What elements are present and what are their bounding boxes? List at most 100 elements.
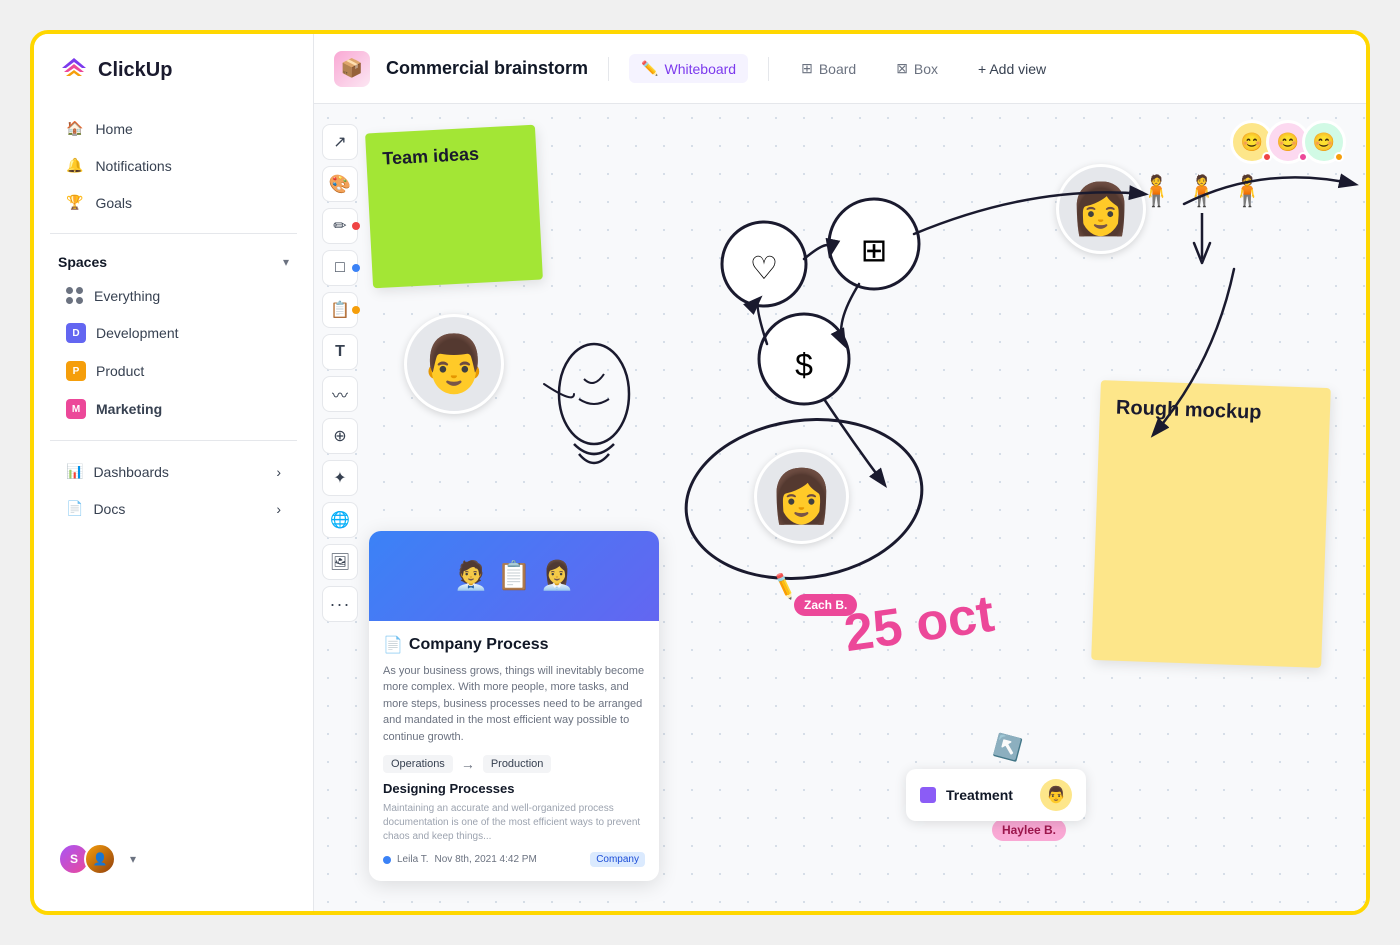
- doc-card[interactable]: 🧑‍💼📋👩‍💼 📄 Company Process As your busine…: [369, 531, 659, 882]
- svg-text:⊞: ⊞: [861, 232, 888, 268]
- tool-connect[interactable]: ⊕: [322, 418, 358, 454]
- treatment-card: Treatment 👨: [906, 769, 1086, 821]
- doc-tag-production: Production: [483, 755, 552, 773]
- tool-image[interactable]: 🖼: [322, 544, 358, 580]
- sticky-note-green: Team ideas: [365, 125, 543, 289]
- spaces-divider: [50, 440, 297, 441]
- app-frame: ClickUp 🏠 Home 🔔 Notifications 🏆 Goals S…: [30, 30, 1370, 915]
- person-photo-center: 👩: [754, 449, 849, 544]
- sidebar-item-everything[interactable]: Everything: [42, 278, 305, 314]
- doc-section-title: Designing Processes: [383, 781, 645, 796]
- add-view-button[interactable]: + Add view: [966, 55, 1058, 83]
- bubble-dollar: [759, 314, 849, 404]
- sidebar-footer: S 👤 ▾: [34, 827, 313, 891]
- person-photo-left: 👨: [404, 314, 504, 414]
- person-icon-3: 🧍: [1229, 174, 1266, 209]
- collaborator-3-wrapper: 😊: [1302, 120, 1346, 164]
- tab-whiteboard[interactable]: ✏️ Whiteboard: [629, 54, 748, 83]
- home-label: Home: [95, 121, 132, 137]
- tool-more[interactable]: ···: [322, 586, 358, 622]
- view-separator-2: [768, 57, 769, 81]
- people-arrow: [1182, 213, 1222, 278]
- canvas-collaborators: 😊 😊 😊: [1230, 120, 1346, 164]
- whiteboard-canvas[interactable]: ↗ 🎨 ✏ □ 📋 T 〰 ⊕ ✦ 🌐 🖼: [314, 104, 1366, 911]
- doc-title: 📄 Company Process: [383, 635, 645, 655]
- footer-chevron-icon: ▾: [130, 852, 136, 866]
- doc-card-body: 📄 Company Process As your business grows…: [369, 621, 659, 882]
- doc-icon: 📄: [383, 635, 403, 655]
- everything-icon: [66, 287, 84, 305]
- treatment-label: Treatment: [946, 787, 1030, 803]
- add-view-label: + Add view: [978, 61, 1046, 77]
- tool-draw[interactable]: 〰: [322, 376, 358, 412]
- sticky-yellow-text: Rough mockup: [1116, 397, 1262, 424]
- whiteboard-tab-label: Whiteboard: [665, 61, 737, 77]
- haylee-label-text: Haylee B.: [1002, 823, 1056, 837]
- clickup-logo-icon: [58, 54, 90, 86]
- date-annotation: 25 oct: [841, 584, 998, 664]
- doc-description: As your business grows, things will inev…: [383, 663, 645, 746]
- tool-globe[interactable]: 🌐: [322, 502, 358, 538]
- tool-star[interactable]: ✦: [322, 460, 358, 496]
- development-label: Development: [96, 325, 179, 341]
- treatment-avatar: 👨: [1040, 779, 1072, 811]
- square-dot: [352, 264, 360, 272]
- docs-label: Docs: [93, 501, 125, 517]
- sticky-note-yellow: Rough mockup: [1091, 380, 1331, 668]
- user-avatars[interactable]: S 👤: [58, 843, 116, 875]
- tool-cursor[interactable]: ↗: [322, 124, 358, 160]
- people-row-top: 🧍 🧍 🧍: [1138, 174, 1266, 209]
- doc-tags: Operations → Production: [383, 755, 645, 773]
- sidebar-item-marketing[interactable]: M Marketing: [42, 390, 305, 428]
- doc-company-tag: Company: [590, 852, 645, 867]
- nav-divider: [50, 233, 297, 234]
- doc-arrow-icon: →: [461, 756, 475, 772]
- sidebar-item-product[interactable]: P Product: [42, 352, 305, 390]
- doc-illustration: 🧑‍💼📋👩‍💼: [369, 531, 659, 621]
- development-space-dot: D: [66, 323, 86, 343]
- tool-square[interactable]: □: [322, 250, 358, 286]
- bubble-grid: [829, 199, 919, 289]
- sidebar-item-docs[interactable]: 📄 Docs ›: [42, 490, 305, 527]
- cursor-label-haylee: Haylee B.: [992, 819, 1066, 841]
- pencil-dot: [352, 222, 360, 230]
- doc-tag-operations: Operations: [383, 755, 453, 773]
- sidebar-item-dashboards[interactable]: 📊 Dashboards ›: [42, 453, 305, 490]
- person-photo-top-right: 👩: [1056, 164, 1146, 254]
- dashboards-icon: 📊: [66, 463, 83, 480]
- sidebar-item-home[interactable]: 🏠 Home: [42, 110, 305, 147]
- svg-text:$: $: [795, 347, 813, 383]
- spaces-section-header[interactable]: Spaces ▾: [34, 246, 313, 278]
- bell-icon: 🔔: [66, 157, 83, 174]
- doc-footer-dot: [383, 856, 391, 864]
- box-tab-label: Box: [914, 61, 938, 77]
- person-icon-2: 🧍: [1183, 174, 1220, 209]
- sidebar-item-goals[interactable]: 🏆 Goals: [42, 184, 305, 221]
- logo-area[interactable]: ClickUp: [34, 54, 313, 110]
- dashboards-label: Dashboards: [93, 464, 169, 480]
- sidebar-item-notifications[interactable]: 🔔 Notifications: [42, 147, 305, 184]
- goals-label: Goals: [95, 195, 132, 211]
- everything-label: Everything: [94, 288, 160, 304]
- tab-box[interactable]: ⊠ Box: [884, 54, 950, 83]
- sticky-dot: [352, 306, 360, 314]
- treatment-square: [920, 787, 936, 803]
- product-label: Product: [96, 363, 144, 379]
- sidebar-item-development[interactable]: D Development: [42, 314, 305, 352]
- tool-sticky[interactable]: 📋: [322, 292, 358, 328]
- marketing-label: Marketing: [96, 401, 162, 417]
- tool-palette[interactable]: 🎨: [322, 166, 358, 202]
- date-text: 25 oct: [841, 585, 998, 663]
- tab-board[interactable]: ⊞ Board: [789, 54, 868, 83]
- app-name: ClickUp: [98, 59, 172, 82]
- sticky-green-text: Team ideas: [382, 144, 480, 169]
- doc-footer: Leila T. Nov 8th, 2021 4:42 PM Company: [383, 852, 645, 867]
- left-toolbar: ↗ 🎨 ✏ □ 📋 T 〰 ⊕ ✦ 🌐 🖼: [322, 124, 358, 622]
- tool-pencil[interactable]: ✏: [322, 208, 358, 244]
- mouse-cursor-icon: ↖️: [991, 732, 1024, 764]
- box-tab-icon: ⊠: [896, 60, 908, 77]
- notifications-label: Notifications: [95, 158, 171, 174]
- svg-text:♡: ♡: [750, 250, 779, 286]
- chevron-right-icon: ›: [276, 464, 281, 480]
- tool-text[interactable]: T: [322, 334, 358, 370]
